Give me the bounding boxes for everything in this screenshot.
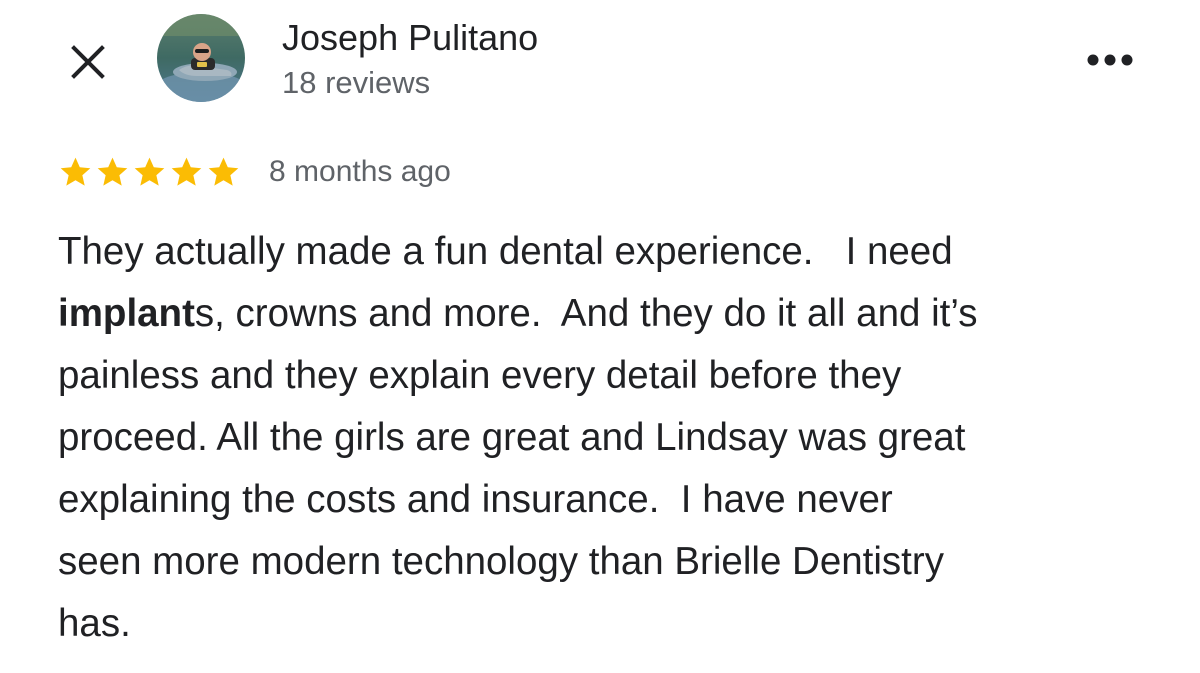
- reviewer-photo: [157, 14, 245, 102]
- rating-row: 8 months ago: [58, 150, 451, 194]
- review-date: 8 months ago: [269, 155, 451, 188]
- close-button[interactable]: [62, 36, 114, 88]
- review-line-3: painless and they explain every detail b…: [58, 354, 902, 397]
- review-line-2: implants, crowns and more. And they do i…: [58, 283, 1158, 345]
- star-icon: [171, 157, 202, 186]
- review-line-5: explaining the costs and insurance. I ha…: [58, 478, 893, 521]
- avatar[interactable]: [157, 14, 245, 102]
- review-line-6: seen more modern technology than Brielle…: [58, 540, 944, 583]
- star-icon: [134, 157, 165, 186]
- review-header: Joseph Pulitano 18 reviews: [0, 0, 1200, 130]
- reviewer-name[interactable]: Joseph Pulitano: [282, 16, 538, 60]
- highlighted-keyword: implant: [58, 292, 195, 335]
- review-count[interactable]: 18 reviews: [282, 64, 430, 102]
- star-icon: [60, 157, 91, 186]
- review-line-1: They actually made a fun dental experien…: [58, 230, 953, 273]
- review-line-7: has.: [58, 602, 131, 645]
- more-horizontal-icon: [1087, 54, 1133, 66]
- star-rating: [58, 155, 241, 190]
- star-icon: [97, 157, 128, 186]
- more-options-button[interactable]: [1078, 40, 1142, 80]
- review-line-4: proceed. All the girls are great and Lin…: [58, 416, 966, 459]
- review-line-2-rest: s, crowns and more. And they do it all a…: [194, 292, 978, 335]
- review-body: They actually made a fun dental experien…: [58, 221, 1158, 655]
- close-icon: [71, 45, 105, 79]
- star-icon: [208, 157, 239, 186]
